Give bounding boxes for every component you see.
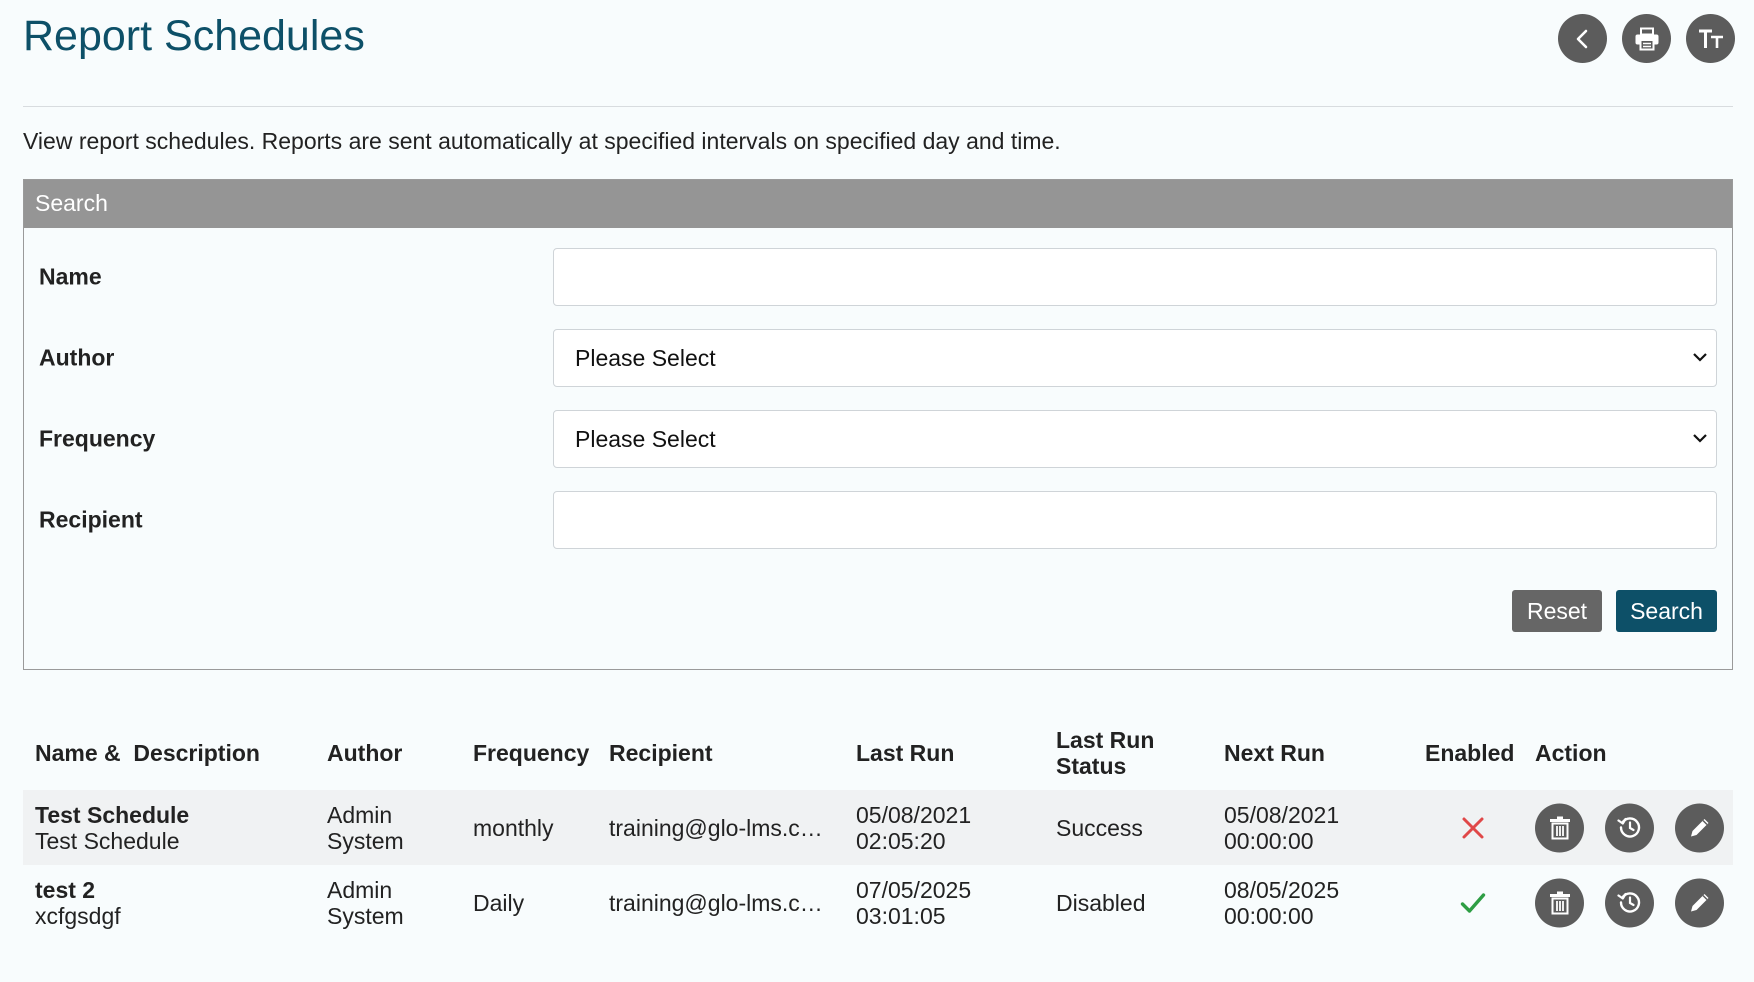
trash-icon — [1549, 816, 1570, 840]
name-label: Name — [39, 263, 102, 290]
row-name-cell: Test Schedule Test Schedule — [35, 802, 189, 854]
row-next-run-date: 08/05/2025 — [1224, 876, 1340, 903]
col-last-run-status-line1: Last Run — [1056, 727, 1155, 753]
schedules-table: Name & Description Author Frequency Reci… — [23, 716, 1733, 940]
edit-button[interactable] — [1675, 878, 1724, 927]
col-enabled[interactable]: Enabled — [1425, 740, 1514, 766]
row-next-run-time: 00:00:00 — [1224, 827, 1314, 854]
search-panel-heading: Search — [24, 180, 1732, 228]
search-buttons: Reset Search — [24, 590, 1732, 632]
page-intro: View report schedules. Reports are sent … — [23, 128, 1061, 154]
row-status: Success — [1056, 814, 1143, 841]
delete-button[interactable] — [1535, 878, 1584, 927]
row-last-run-date: 07/05/2025 — [856, 876, 972, 903]
search-button[interactable]: Search — [1616, 590, 1717, 632]
print-button[interactable] — [1622, 14, 1671, 63]
pencil-icon — [1690, 894, 1708, 912]
row-next-run-date: 05/08/2021 — [1224, 801, 1340, 828]
enabled-check-icon — [1460, 892, 1486, 913]
author-select-value: Please Select — [575, 345, 716, 371]
name-row: Name — [24, 248, 1732, 306]
header-actions — [1558, 14, 1735, 63]
reset-button[interactable]: Reset — [1512, 590, 1602, 632]
recipient-label: Recipient — [39, 506, 143, 533]
row-description: xcfgsdgf — [35, 902, 121, 929]
chevron-down-icon — [1693, 353, 1707, 362]
back-button[interactable] — [1558, 14, 1607, 63]
col-next-run[interactable]: Next Run — [1224, 740, 1325, 766]
row-last-run-time: 02:05:20 — [856, 827, 946, 854]
text-size-icon — [1698, 29, 1723, 48]
row-next-run-time: 00:00:00 — [1224, 902, 1314, 929]
author-row: Author Please Select — [24, 329, 1732, 387]
table-row: Test Schedule Test Schedule Admin System… — [23, 790, 1733, 865]
disabled-cross-icon — [1462, 817, 1484, 838]
edit-button[interactable] — [1675, 803, 1724, 852]
recipient-row: Recipient — [24, 491, 1732, 549]
delete-button[interactable] — [1535, 803, 1584, 852]
row-next-run: 08/05/2025 00:00:00 — [1224, 877, 1339, 929]
row-author-line2: System — [327, 902, 404, 929]
pencil-icon — [1690, 819, 1708, 837]
row-author-cell: Admin System — [327, 877, 404, 929]
col-last-run-status-line2: Status — [1056, 753, 1127, 779]
row-last-run-date: 05/08/2021 — [856, 801, 972, 828]
row-author-line1: Admin — [327, 876, 393, 903]
row-name: Test Schedule — [35, 801, 190, 828]
frequency-select-value: Please Select — [575, 426, 716, 452]
page-header: Report Schedules — [23, 0, 1735, 107]
row-author-cell: Admin System — [327, 802, 404, 854]
history-icon — [1616, 817, 1640, 838]
chevron-down-icon — [1693, 434, 1707, 443]
row-next-run: 05/08/2021 00:00:00 — [1224, 802, 1339, 854]
row-name: test 2 — [35, 876, 96, 903]
row-frequency: monthly — [473, 814, 554, 841]
report-schedules-page: Report Schedules View report schedules. … — [23, 0, 1735, 929]
row-author-line1: Admin — [327, 801, 393, 828]
name-input[interactable] — [553, 248, 1717, 306]
row-description: Test Schedule — [35, 827, 180, 854]
col-frequency[interactable]: Frequency — [473, 740, 589, 766]
row-last-run: 05/08/2021 02:05:20 — [856, 802, 971, 854]
history-button[interactable] — [1605, 803, 1654, 852]
col-last-run[interactable]: Last Run — [856, 740, 954, 766]
row-recipient: training@glo-lms.com — [609, 889, 831, 916]
page-title: Report Schedules — [23, 12, 365, 60]
author-label: Author — [39, 344, 115, 371]
row-last-run: 07/05/2025 03:01:05 — [856, 877, 971, 929]
printer-icon — [1635, 27, 1658, 50]
col-name[interactable]: Name & Description — [35, 740, 260, 766]
recipient-input[interactable] — [553, 491, 1717, 549]
row-status: Disabled — [1056, 889, 1146, 916]
text-size-button[interactable] — [1686, 14, 1735, 63]
author-select[interactable]: Please Select — [553, 329, 1717, 387]
col-last-run-status[interactable]: Last Run Status — [1056, 727, 1154, 779]
row-frequency: Daily — [473, 889, 525, 916]
trash-icon — [1549, 891, 1570, 915]
table-header: Name & Description Author Frequency Reci… — [23, 716, 1733, 790]
search-panel: Search Name Author Please Select Frequen… — [23, 179, 1733, 670]
col-recipient[interactable]: Recipient — [609, 740, 713, 766]
col-author[interactable]: Author — [327, 740, 402, 766]
row-author-line2: System — [327, 827, 404, 854]
history-icon — [1616, 892, 1640, 913]
row-name-cell: test 2 xcfgsdgf — [35, 877, 121, 929]
row-last-run-time: 03:01:05 — [856, 902, 946, 929]
chevron-left-icon — [1576, 29, 1587, 48]
table-row: test 2 xcfgsdgf Admin System Daily train… — [23, 865, 1733, 940]
row-recipient: training@glo-lms.com — [609, 814, 831, 841]
col-action: Action — [1535, 740, 1607, 766]
frequency-select[interactable]: Please Select — [553, 410, 1717, 468]
frequency-label: Frequency — [39, 425, 156, 452]
frequency-row: Frequency Please Select — [24, 410, 1732, 468]
history-button[interactable] — [1605, 878, 1654, 927]
